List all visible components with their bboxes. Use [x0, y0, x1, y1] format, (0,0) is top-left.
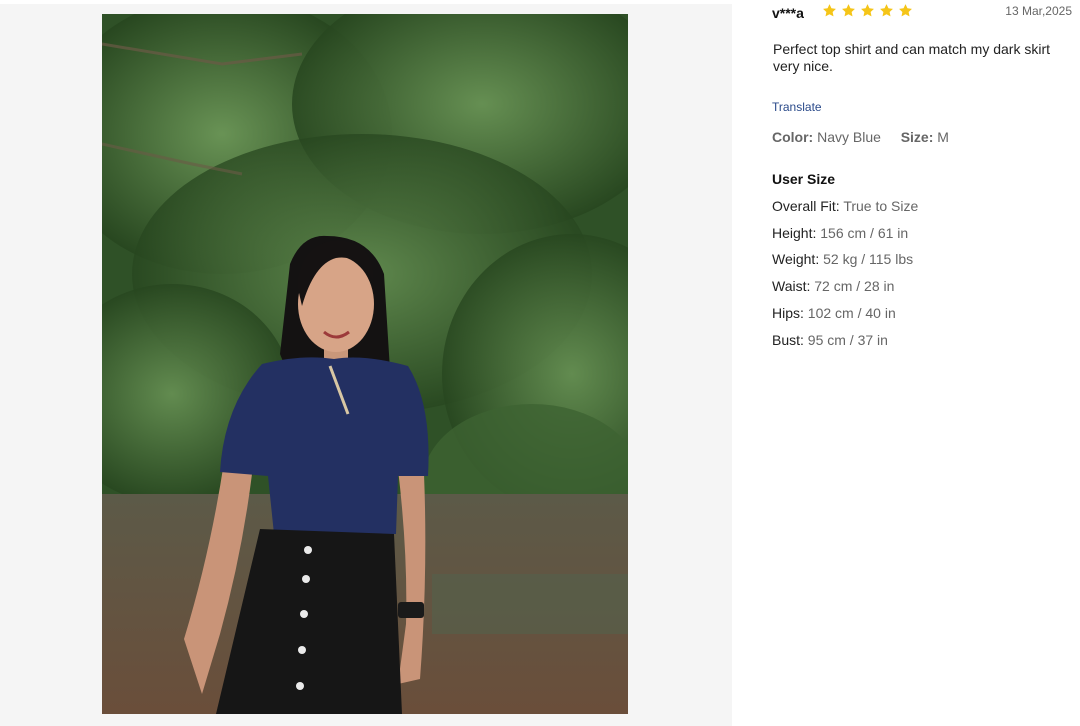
- review-text: Perfect top shirt and can match my dark …: [773, 41, 1050, 74]
- review-date: 13 Mar,2025: [1005, 4, 1072, 18]
- size-row-label: Waist:: [772, 278, 811, 294]
- size-row-value: 72 cm / 28 in: [814, 278, 895, 294]
- star-icon: [823, 4, 836, 17]
- star-icon: [899, 4, 912, 17]
- star-icon: [842, 4, 855, 17]
- translate-link[interactable]: Translate: [772, 100, 822, 114]
- user-size-row: Bust: 95 cm / 37 in: [772, 332, 888, 348]
- star-rating: [822, 3, 913, 18]
- reviewer-name: v***a: [772, 5, 804, 21]
- size-row-value: 52 kg / 115 lbs: [823, 251, 914, 267]
- star-icon: [861, 4, 874, 17]
- size-value: M: [937, 129, 949, 145]
- size-row-label: Hips:: [772, 305, 804, 321]
- user-size-row: Weight: 52 kg / 115 lbs: [772, 251, 913, 267]
- user-size-title: User Size: [772, 171, 836, 187]
- size-row-label: Height:: [772, 225, 817, 241]
- review-panel: v***a 13 Mar,2025 Perfect top shirt and …: [732, 0, 1080, 726]
- size-row-value: 156 cm / 61 in: [820, 225, 909, 241]
- size-row-label: Bust:: [772, 332, 804, 348]
- image-panel: [0, 4, 732, 726]
- photo-illustration: [102, 14, 628, 714]
- review-photo[interactable]: [102, 14, 628, 714]
- user-size-row: Overall Fit: True to Size: [772, 198, 918, 214]
- star-icon: [880, 4, 893, 17]
- user-size-row: Height: 156 cm / 61 in: [772, 225, 908, 241]
- size-row-label: Weight:: [772, 251, 820, 267]
- color-value: Navy Blue: [817, 129, 881, 145]
- user-size-row: Hips: 102 cm / 40 in: [772, 305, 896, 321]
- size-label: Size:: [900, 129, 934, 145]
- review-viewer: v***a 13 Mar,2025 Perfect top shirt and …: [0, 0, 1080, 726]
- size-row-label: Overall Fit:: [772, 198, 840, 214]
- color-label: Color:: [772, 129, 814, 145]
- variant-info: Color: Navy Blue Size: M: [772, 129, 949, 145]
- size-row-value: 102 cm / 40 in: [807, 305, 896, 321]
- size-row-value: 95 cm / 37 in: [807, 332, 888, 348]
- user-size-row: Waist: 72 cm / 28 in: [772, 278, 894, 294]
- size-row-value: True to Size: [843, 198, 919, 214]
